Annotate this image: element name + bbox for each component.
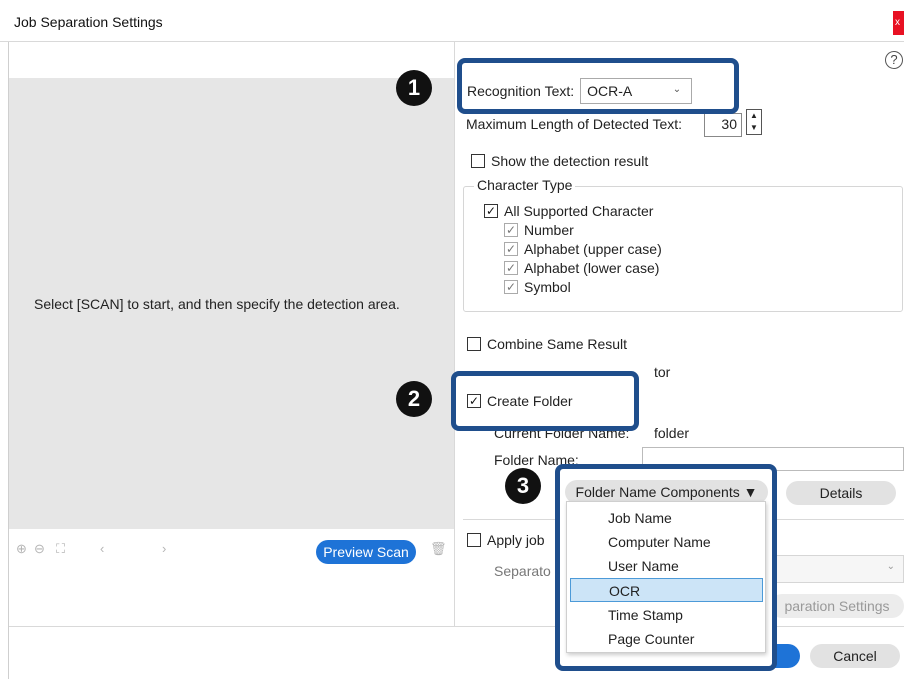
menu-item-computer-name[interactable]: Computer Name: [570, 530, 763, 554]
prev-icon[interactable]: ‹: [100, 541, 104, 556]
chevron-down-icon: ⌄: [672, 84, 682, 95]
spin-up-icon[interactable]: ▲: [747, 110, 761, 122]
chevron-down-icon: ⌄: [886, 561, 895, 572]
preview-scan-button[interactable]: Preview Scan: [316, 540, 416, 564]
step-badge-1: 1: [396, 70, 432, 106]
number-checkbox: ✓: [504, 223, 518, 237]
lower-checkbox: ✓: [504, 261, 518, 275]
create-folder-checkbox[interactable]: ✓: [467, 394, 481, 408]
help-icon[interactable]: ?: [885, 51, 903, 69]
recognition-select[interactable]: OCR-A ⌄: [580, 78, 693, 104]
spin-down-icon[interactable]: ▼: [747, 122, 761, 134]
recognition-value: OCR-A: [587, 83, 633, 99]
menu-item-ocr[interactable]: OCR: [570, 578, 763, 602]
step-badge-2: 2: [396, 381, 432, 417]
folder-components-menu: Job Name Computer Name User Name OCR Tim…: [566, 501, 766, 653]
vertical-divider: [454, 42, 455, 627]
trash-icon[interactable]: 🗑: [430, 541, 447, 557]
current-folder-label: Current Folder Name:: [494, 431, 630, 441]
window-title: Job Separation Settings: [14, 14, 163, 30]
step-badge-3: 3: [505, 468, 541, 504]
zoom-in-icon[interactable]: ⊕: [16, 541, 27, 557]
create-folder-row[interactable]: ✓ Create Folder: [467, 393, 573, 409]
upper-label: Alphabet (upper case): [524, 241, 662, 257]
all-supported-row[interactable]: ✓ All Supported Character: [484, 203, 653, 219]
cancel-button[interactable]: Cancel: [810, 644, 900, 668]
menu-item-page-counter[interactable]: Page Counter: [570, 627, 763, 651]
recognition-row: Recognition Text: OCR-A ⌄: [467, 78, 693, 104]
partial-text: tor: [654, 364, 671, 380]
show-detection-label: Show the detection result: [491, 153, 649, 169]
show-detection-row[interactable]: Show the detection result: [471, 153, 648, 169]
close-button[interactable]: x: [893, 11, 904, 35]
current-folder-value: folder: [654, 425, 690, 441]
char-item-symbol: ✓ Symbol: [504, 279, 571, 295]
combine-row[interactable]: Combine Same Result: [467, 336, 627, 352]
upper-checkbox: ✓: [504, 242, 518, 256]
number-label: Number: [524, 222, 574, 238]
menu-item-job-name[interactable]: Job Name: [570, 506, 763, 530]
details-button[interactable]: Details: [786, 481, 896, 505]
preview-message: Select [SCAN] to start, and then specify…: [34, 296, 400, 312]
char-item-lower: ✓ Alphabet (lower case): [504, 260, 659, 276]
symbol-checkbox: ✓: [504, 280, 518, 294]
char-item-number: ✓ Number: [504, 222, 574, 238]
char-item-upper: ✓ Alphabet (upper case): [504, 241, 662, 257]
all-supported-checkbox[interactable]: ✓: [484, 204, 498, 218]
next-icon[interactable]: ›: [162, 541, 166, 556]
all-supported-label: All Supported Character: [504, 203, 654, 219]
combine-label: Combine Same Result: [487, 336, 628, 352]
fit-icon[interactable]: ⛶: [56, 541, 65, 557]
apply-job-checkbox[interactable]: [467, 533, 481, 547]
lower-label: Alphabet (lower case): [524, 260, 660, 276]
zoom-out-icon[interactable]: ⊖: [34, 541, 45, 557]
create-folder-label: Create Folder: [487, 393, 573, 409]
show-detection-checkbox[interactable]: [471, 154, 485, 168]
max-length-input[interactable]: 30: [704, 113, 742, 137]
menu-item-time-stamp[interactable]: Time Stamp: [570, 603, 763, 627]
apply-job-label: Apply job: [487, 532, 545, 548]
max-length-spinner[interactable]: ▲ ▼: [746, 109, 762, 135]
character-type-title: Character Type: [474, 177, 576, 193]
separator-select[interactable]: ⌄: [770, 555, 904, 583]
symbol-label: Symbol: [524, 279, 571, 295]
separation-settings-button[interactable]: paration Settings: [770, 594, 904, 618]
apply-job-row[interactable]: Apply job: [467, 532, 545, 548]
max-length-label: Maximum Length of Detected Text:: [466, 116, 683, 132]
separator-label: Separato: [494, 563, 551, 579]
combine-checkbox[interactable]: [467, 337, 481, 351]
menu-item-user-name[interactable]: User Name: [570, 554, 763, 578]
recognition-label: Recognition Text:: [467, 83, 575, 99]
